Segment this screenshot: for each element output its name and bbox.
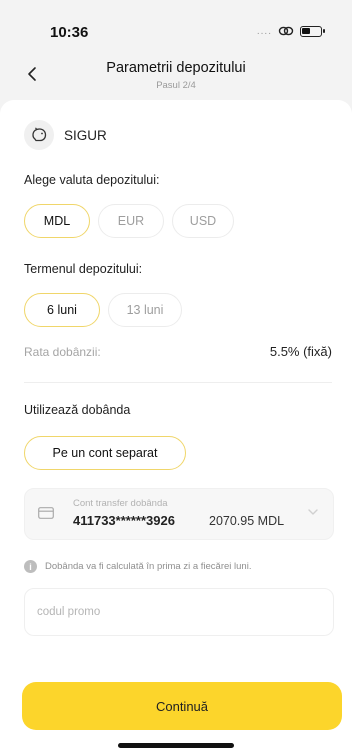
rate-value: 5.5% (fixă) xyxy=(269,344,332,359)
signal-dots: .... xyxy=(256,25,272,37)
currency-selector: MDL EUR USD xyxy=(24,204,234,238)
status-time: 10:36 xyxy=(50,24,89,41)
interest-rate-row: Rata dobânzii: 5.5% (fixă) xyxy=(24,344,332,359)
account-number: 411733******3926 xyxy=(73,513,175,528)
status-icons: .... xyxy=(256,25,325,37)
info-text: Dobânda va fi calculată în prima zi a fi… xyxy=(45,561,252,572)
home-indicator xyxy=(118,743,234,748)
currency-option-usd[interactable]: USD xyxy=(172,204,234,238)
deposit-form-card: SIGUR Alege valuta depozitului: MDL EUR … xyxy=(0,100,352,755)
piggy-bank-icon xyxy=(24,120,54,150)
continue-button[interactable]: Continuă xyxy=(22,682,342,730)
chevron-down-icon xyxy=(308,509,318,515)
divider xyxy=(24,382,332,383)
battery-icon xyxy=(300,25,325,37)
step-indicator: Pasul 2/4 xyxy=(156,80,196,91)
currency-option-mdl[interactable]: MDL xyxy=(24,204,90,238)
interest-usage-selector: Pe un cont separat xyxy=(24,436,186,470)
page-title: Parametrii depozitului xyxy=(106,60,246,76)
navigation-header: Parametrii depozitului Pasul 2/4 xyxy=(0,56,352,96)
product-header: SIGUR xyxy=(24,120,107,150)
currency-label: Alege valuta depozitului: xyxy=(24,173,160,187)
account-balance: 2070.95 MDL xyxy=(209,514,285,528)
status-bar: 10:36 .... xyxy=(0,0,352,56)
term-label: Termenul depozitului: xyxy=(24,262,143,276)
info-icon: i xyxy=(24,560,37,573)
separate-account-option[interactable]: Pe un cont separat xyxy=(24,436,186,470)
interest-info: i Dobânda va fi calculată în prima zi a … xyxy=(24,560,251,573)
product-name: SIGUR xyxy=(64,127,107,143)
card-icon xyxy=(38,507,54,519)
rate-label: Rata dobânzii: xyxy=(24,344,101,359)
term-selector: 6 luni 13 luni xyxy=(24,293,182,327)
interest-usage-label: Utilizează dobânda xyxy=(24,403,131,417)
term-option-6-months[interactable]: 6 luni xyxy=(24,293,100,327)
promo-code-input[interactable] xyxy=(24,588,334,636)
currency-option-eur[interactable]: EUR xyxy=(98,204,164,238)
term-option-13-months[interactable]: 13 luni xyxy=(108,293,182,327)
transfer-account-select[interactable]: Cont transfer dobânda 411733******3926 2… xyxy=(24,488,334,540)
link-icon xyxy=(278,26,294,36)
transfer-account-label: Cont transfer dobânda xyxy=(73,498,168,509)
